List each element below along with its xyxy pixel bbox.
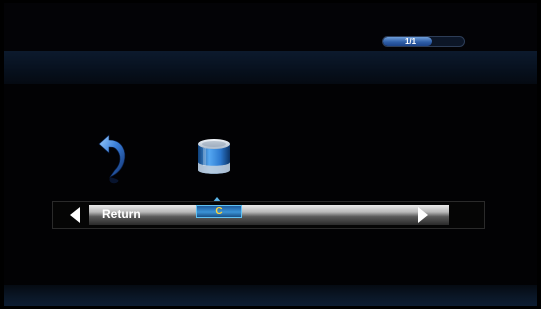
left-arrow-icon[interactable] xyxy=(70,207,80,223)
drive-icon[interactable] xyxy=(194,136,234,180)
footer-band xyxy=(4,285,537,306)
media-browser-screen: 1/1 Return C xyxy=(4,3,537,306)
drive-c-button[interactable]: C xyxy=(196,205,242,218)
right-arrow-icon[interactable] xyxy=(418,207,428,223)
page-indicator-text: 1/1 xyxy=(404,37,417,46)
header-band xyxy=(4,51,537,84)
drive-selection-bar: Return C xyxy=(52,201,485,229)
selection-bar-strip xyxy=(89,205,449,225)
page-indicator: 1/1 xyxy=(382,36,465,47)
return-icon[interactable] xyxy=(96,134,130,184)
return-label[interactable]: Return xyxy=(102,207,141,221)
